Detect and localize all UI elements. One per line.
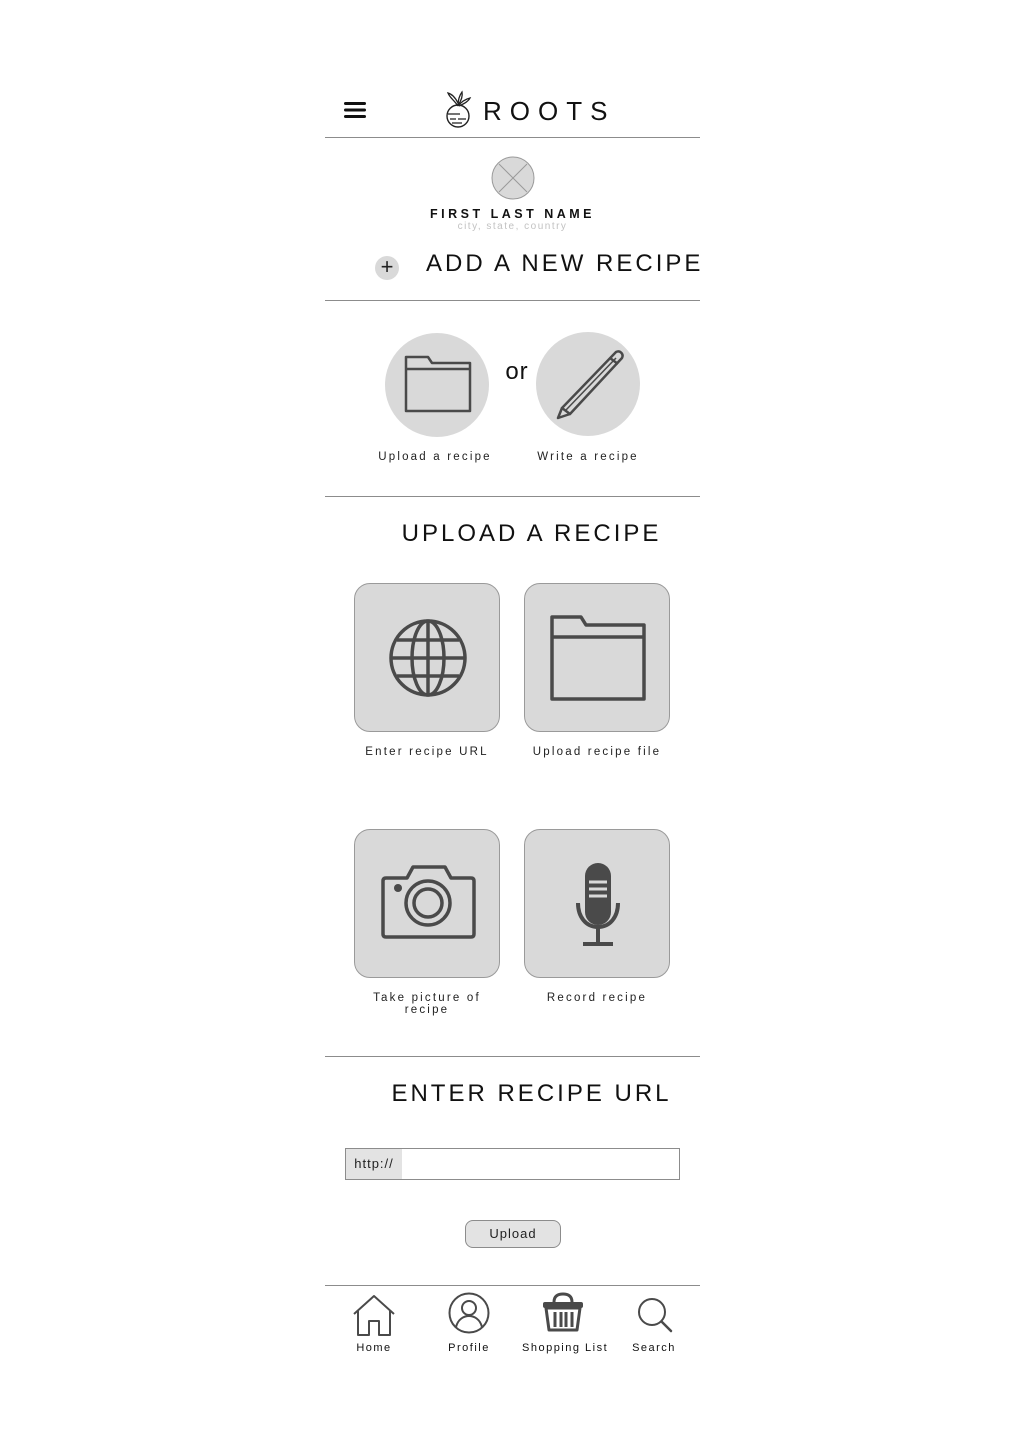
avatar-placeholder-icon[interactable]	[491, 156, 535, 200]
beet-logo-icon	[444, 90, 472, 130]
pencil-icon	[556, 350, 624, 420]
header-divider	[325, 137, 700, 138]
section-divider	[325, 496, 700, 497]
search-icon	[638, 1298, 673, 1333]
url-field: http://	[345, 1148, 680, 1180]
write-recipe-label: Write a recipe	[537, 451, 639, 463]
enter-url-tile[interactable]	[354, 583, 500, 732]
upload-file-label: Upload recipe file	[532, 746, 662, 758]
nav-search-label: Search	[632, 1342, 676, 1354]
section-divider	[325, 1056, 700, 1057]
basket-icon	[543, 1292, 583, 1332]
add-recipe-button[interactable]: +	[375, 254, 399, 280]
take-picture-label: Take picture of recipe	[373, 992, 481, 1016]
nav-search[interactable]: Search	[626, 1292, 682, 1356]
nav-profile-label: Profile	[448, 1342, 490, 1354]
nav-divider	[325, 1285, 700, 1286]
take-picture-tile[interactable]	[354, 829, 500, 978]
url-prefix: http://	[346, 1149, 402, 1179]
microphone-icon	[576, 863, 620, 946]
hamburger-menu-icon[interactable]	[343, 100, 367, 120]
folder-icon	[550, 615, 646, 701]
nav-shopping-list[interactable]: Shopping List	[522, 1292, 608, 1356]
url-input[interactable]	[403, 1149, 678, 1179]
folder-icon	[404, 355, 472, 413]
add-recipe-title: ADD A NEW RECIPE	[426, 250, 704, 277]
brand-title: ROOTS	[483, 96, 616, 126]
or-separator: or	[505, 358, 529, 385]
nav-home[interactable]: Home	[344, 1292, 404, 1356]
profile-icon	[448, 1292, 490, 1334]
nav-profile[interactable]: Profile	[439, 1292, 499, 1356]
camera-icon	[381, 865, 476, 939]
nav-shopping-list-label: Shopping List	[522, 1342, 609, 1354]
home-icon	[353, 1295, 395, 1336]
write-recipe-option[interactable]	[536, 332, 640, 436]
upload-section-title: UPLOAD A RECIPE	[401, 520, 662, 547]
url-section-title: ENTER RECIPE URL	[391, 1080, 672, 1107]
globe-icon	[389, 619, 467, 697]
profile-name: FIRST LAST NAME	[430, 207, 595, 221]
enter-url-label: Enter recipe URL	[365, 746, 489, 758]
upload-button[interactable]: Upload	[465, 1220, 561, 1248]
upload-recipe-label: Upload a recipe	[378, 451, 492, 463]
record-recipe-tile[interactable]	[524, 829, 670, 978]
nav-home-label: Home	[356, 1342, 392, 1354]
plus-icon: +	[380, 254, 394, 279]
profile-location: city, state, country	[457, 221, 568, 232]
section-divider	[325, 300, 700, 301]
upload-file-tile[interactable]	[524, 583, 670, 732]
upload-recipe-option[interactable]	[385, 333, 489, 437]
record-recipe-label: Record recipe	[546, 992, 648, 1004]
